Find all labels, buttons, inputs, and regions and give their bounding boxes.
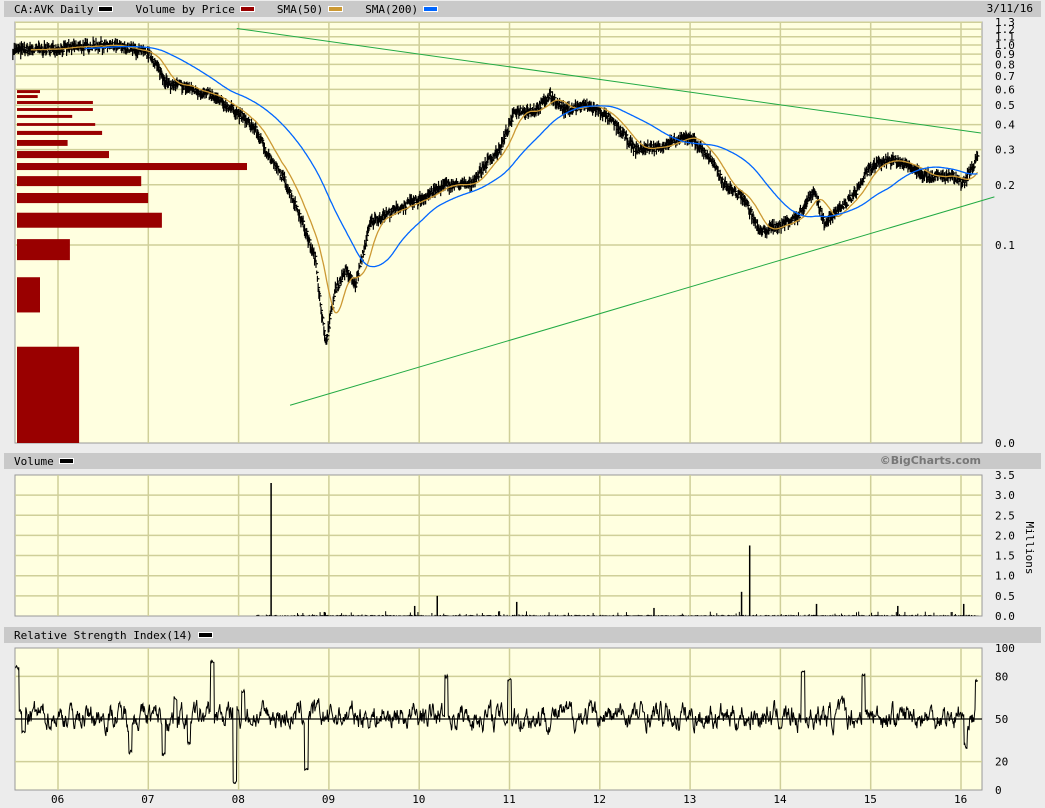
rsi-tick-label: 100 [995, 642, 1015, 655]
volume-by-price-bar [17, 90, 40, 94]
volume-by-price-bar [17, 123, 96, 126]
volume-by-price-bar [17, 277, 40, 313]
rsi-tick-label: 20 [995, 756, 1008, 769]
price-tick-label: 0.1 [995, 239, 1015, 252]
volume-by-price-bar [17, 95, 38, 99]
year-label: 08 [232, 793, 245, 806]
volume-tick-label: 1.0 [995, 570, 1015, 583]
volume-tick-label: 2.5 [995, 509, 1015, 522]
year-label: 10 [412, 793, 425, 806]
stock-chart: 1.31.21.11.00.90.80.70.60.50.40.30.20.10… [12, 16, 1036, 806]
volume-by-price-bar [17, 114, 73, 118]
volume-tick-label: 3.5 [995, 469, 1015, 482]
year-label: 06 [51, 793, 64, 806]
year-label: 09 [322, 793, 335, 806]
volume-tick-label: 1.5 [995, 550, 1015, 563]
year-label: 16 [954, 793, 967, 806]
year-label: 11 [503, 793, 516, 806]
year-label: 12 [593, 793, 606, 806]
volume-by-price-bar [17, 130, 103, 135]
volume-by-price-bar [17, 239, 70, 261]
year-label: 14 [773, 793, 787, 806]
year-label: 13 [683, 793, 696, 806]
price-tick-label: 0.2 [995, 179, 1015, 192]
volume-by-price-bar [17, 139, 68, 146]
price-tick-label: 0.0 [995, 437, 1015, 450]
volume-by-price-bar [17, 100, 93, 104]
volume-panel-background [14, 474, 983, 617]
volume-by-price-bar [17, 212, 162, 228]
volume-by-price-bar [17, 346, 80, 443]
volume-by-price-bar [17, 163, 247, 171]
price-tick-label: 0.3 [995, 144, 1015, 157]
price-tick-label: 0.4 [995, 119, 1015, 132]
price-tick-label: 0.6 [995, 83, 1015, 96]
volume-by-price-bar [17, 151, 109, 159]
volume-by-price-bar [17, 192, 149, 204]
year-label: 07 [141, 793, 154, 806]
volume-axis-label: Millions [1023, 522, 1036, 575]
price-tick-label: 0.5 [995, 99, 1015, 112]
volume-by-price-bar [17, 176, 142, 187]
volume-tick-label: 0.0 [995, 610, 1015, 623]
price-tick-label: 0.7 [995, 70, 1015, 83]
rsi-tick-label: 0 [995, 784, 1002, 797]
volume-tick-label: 3.0 [995, 489, 1015, 502]
volume-tick-label: 0.5 [995, 590, 1015, 603]
volume-by-price-bar [17, 108, 93, 111]
year-label: 15 [864, 793, 877, 806]
rsi-tick-label: 50 [995, 713, 1008, 726]
rsi-tick-label: 80 [995, 670, 1008, 683]
volume-tick-label: 2.0 [995, 529, 1015, 542]
price-panel-background [14, 21, 983, 444]
